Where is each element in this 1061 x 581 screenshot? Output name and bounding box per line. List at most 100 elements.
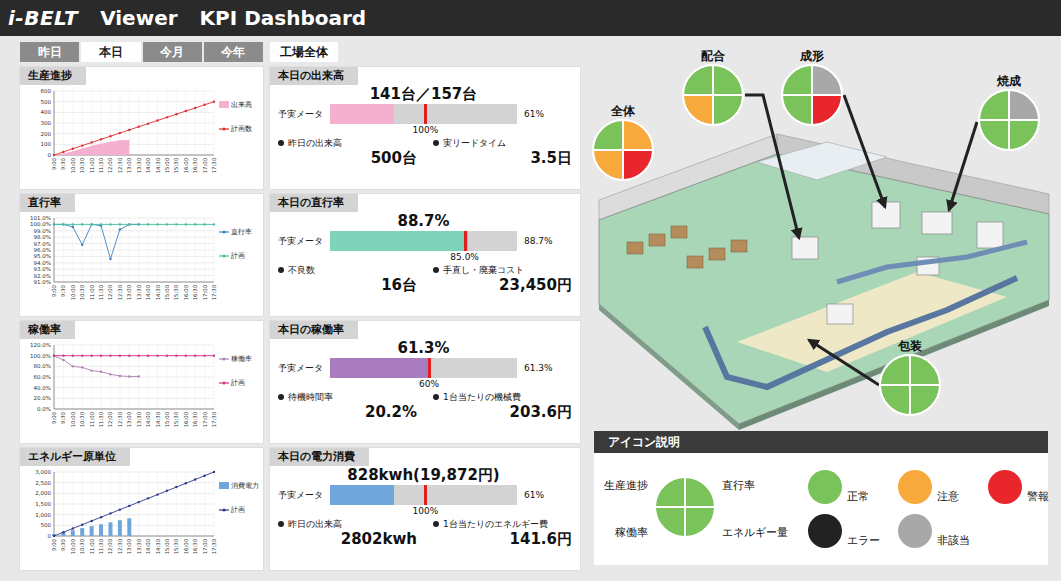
kpi-card: 本日の直行率88.7%予実メータ88.7%85.0%不良数16台手直し・廃棄コス…	[270, 194, 580, 316]
grid-line	[54, 514, 214, 515]
data-point	[119, 354, 121, 356]
grid-line	[54, 387, 214, 388]
period-tab[interactable]: 本日	[81, 42, 140, 62]
status-item: 非該当	[898, 514, 970, 548]
data-point	[72, 226, 74, 228]
y-tick: 98.0%	[34, 234, 51, 240]
status-label: 正常	[847, 489, 869, 504]
floor	[599, 154, 1049, 424]
period-tab[interactable]: 今年	[204, 42, 263, 62]
grid-line	[54, 256, 214, 257]
pointer-arrow	[949, 122, 977, 210]
x-tick: 16:30	[192, 284, 198, 300]
x-tick: 13:30	[136, 157, 142, 173]
conveyor	[837, 242, 1027, 282]
x-tick: 17:30	[211, 538, 217, 554]
grid-line	[214, 472, 215, 536]
x-tick: 11:00	[89, 157, 95, 173]
stat-label: 待機時間率	[278, 391, 417, 403]
grid-line	[72, 218, 73, 282]
x-tick: 15:00	[164, 538, 170, 554]
period-tab[interactable]: 今月	[143, 42, 202, 62]
x-tick: 10:00	[70, 157, 76, 173]
meter-reading: 61.3%	[524, 363, 553, 373]
machine	[922, 212, 952, 234]
data-point	[156, 119, 158, 121]
x-tick: 9:00	[51, 538, 57, 551]
x-tick: 10:00	[70, 284, 76, 300]
data-point	[90, 354, 92, 356]
x-tick: 11:30	[98, 284, 104, 300]
grid-line	[54, 355, 214, 356]
scope-tab[interactable]: 工場全体	[270, 42, 338, 62]
status-item: 注意	[898, 470, 970, 504]
target-label-box: 60%	[330, 378, 517, 390]
data-point	[81, 366, 83, 368]
y-tick: 97.0%	[34, 241, 51, 247]
stat: 1台当たりの機械費203.6円	[433, 391, 572, 422]
bullet-icon	[433, 140, 439, 146]
meter-row: 予実メータ88.7%	[278, 231, 572, 251]
grid-line	[195, 218, 196, 282]
data-point	[72, 354, 74, 356]
data-point	[128, 375, 130, 377]
meter-fill	[330, 358, 429, 378]
card-title: 本日の電力消費	[270, 448, 369, 466]
meter-track	[330, 358, 517, 378]
status-pie-icon	[592, 119, 654, 181]
data-point	[213, 100, 215, 102]
work-area	[737, 272, 1007, 372]
grid-line	[54, 525, 214, 526]
data-point	[119, 508, 121, 510]
stat: 昨日の出来高500台	[278, 137, 417, 168]
bar	[71, 530, 75, 536]
stat-label: 昨日の出来高	[278, 137, 417, 149]
legend-label: 稼働率	[231, 355, 252, 363]
factory-map: 全体配合成形 焼成包装	[587, 42, 1061, 431]
grid-line	[72, 91, 73, 155]
y-tick: 95.0%	[34, 253, 51, 259]
series	[53, 223, 215, 225]
status-pie[interactable]: 配合	[682, 48, 744, 126]
grid-line	[110, 345, 111, 409]
x-tick: 16:00	[183, 538, 189, 554]
x-tick: 17:00	[202, 157, 208, 173]
status-pie[interactable]: 包装	[879, 338, 941, 416]
stats: 不良数16台手直し・廃棄コスト23,450円	[278, 264, 572, 295]
stat-label: 1台当たりのエネルギー費	[433, 518, 572, 530]
x-tick: 11:00	[89, 284, 95, 300]
x-tick: 17:30	[211, 157, 217, 173]
grid-line	[129, 345, 130, 409]
grid-line	[157, 472, 158, 536]
series	[53, 223, 140, 260]
data-point	[100, 516, 102, 518]
status-item: 正常	[808, 470, 880, 504]
y-axis	[54, 472, 55, 536]
data-point	[128, 129, 130, 131]
y-tick: 92.0%	[34, 273, 51, 279]
data-point	[62, 354, 64, 356]
kpi-card: 本日の稼働率61.3%予実メータ61.3%60%待機時間率20.2%1台当たりの…	[270, 321, 580, 443]
pie-ring	[880, 355, 940, 415]
grid-line	[138, 345, 139, 409]
x-tick: 13:00	[126, 284, 132, 300]
data-point	[62, 531, 64, 533]
grid-line	[204, 218, 205, 282]
grid-line	[54, 269, 214, 270]
status-pie[interactable]: 焼成	[978, 73, 1040, 151]
grid-line	[166, 472, 167, 536]
y-tick: 100.0%	[30, 221, 51, 227]
period-tab[interactable]: 昨日	[20, 42, 79, 62]
target-label-row: 60%	[278, 378, 572, 390]
data-point	[138, 501, 140, 503]
grid-line	[176, 91, 177, 155]
legend-label: 直行率	[231, 228, 252, 236]
bullet-icon	[278, 394, 284, 400]
x-tick: 16:00	[183, 411, 189, 427]
stat-value: 500台	[278, 149, 417, 168]
icon-legend: アイコン説明生産進捗直行率稼働率エネルギー量正常注意警報エラー非該当	[594, 431, 1048, 565]
status-pie[interactable]: 全体	[592, 103, 654, 181]
data-point	[81, 223, 83, 225]
status-pie[interactable]: 成形	[781, 48, 843, 126]
data-point	[81, 144, 83, 146]
